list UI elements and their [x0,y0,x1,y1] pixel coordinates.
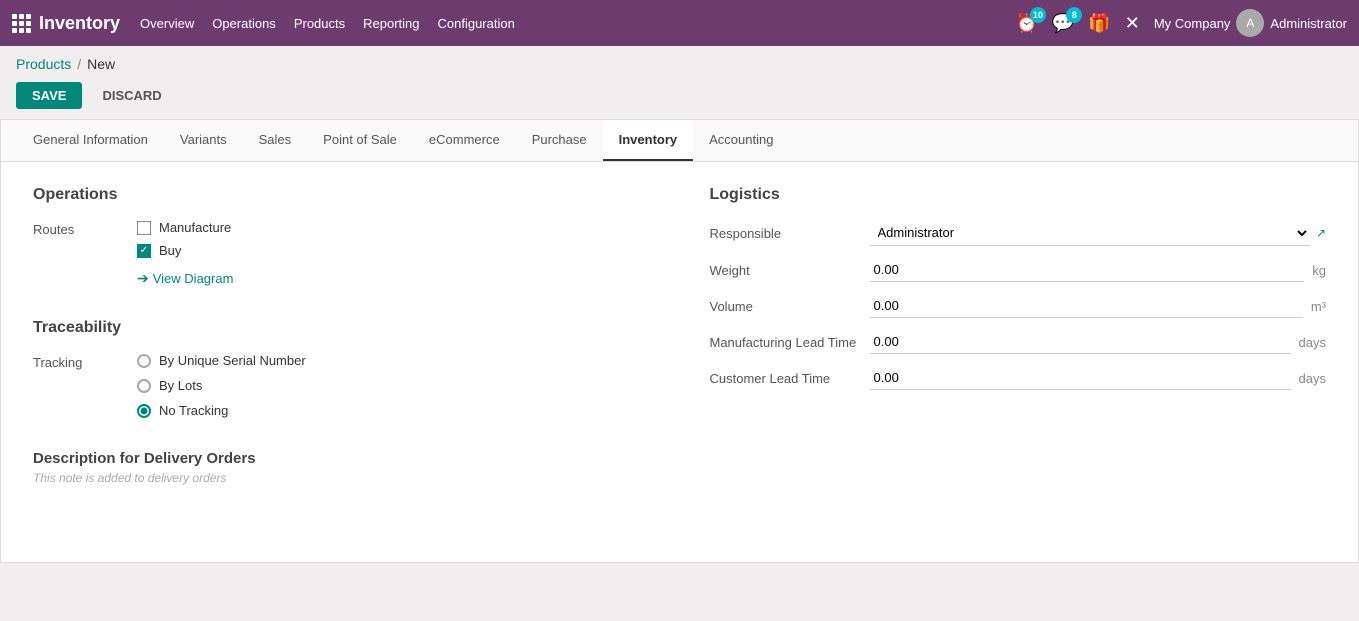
routes-section: Routes Manufacture Buy [33,220,650,287]
activities-badge: 10 [1030,7,1046,23]
operations-section: Operations Routes Manufacture [33,186,650,485]
tracking-lots-label: By Lots [159,378,202,393]
tab-general-information[interactable]: General Information [17,120,164,161]
tab-variants[interactable]: Variants [164,120,243,161]
company-user: My Company A Administrator [1154,9,1347,37]
view-diagram-label: View Diagram [153,271,234,286]
nav-overview[interactable]: Overview [140,12,194,35]
company-name: My Company [1154,16,1231,31]
customer-lead-row: Customer Lead Time days [710,366,1327,390]
tracking-lots-row: By Lots [137,378,306,393]
main-nav: Overview Operations Products Reporting C… [140,12,995,35]
save-button[interactable]: SAVE [16,82,82,109]
volume-unit: m³ [1311,299,1326,314]
view-diagram-link[interactable]: ➔ View Diagram [137,270,233,287]
customer-lead-input[interactable] [870,366,1291,390]
responsible-select-wrap: Administrator ↗ [870,220,1327,246]
messages-badge: 8 [1066,7,1082,23]
close-icon[interactable]: ✕ [1125,13,1140,34]
manufacture-label: Manufacture [159,220,231,235]
customer-lead-unit: days [1299,371,1326,386]
customer-lead-label: Customer Lead Time [710,371,870,386]
tracking-none-radio[interactable] [137,404,151,418]
responsible-select[interactable]: Administrator [870,220,1310,246]
buy-checkbox[interactable] [137,244,151,258]
routes-label: Routes [33,220,113,287]
tabs: General Information Variants Sales Point… [1,120,1358,162]
mfg-lead-unit: days [1299,335,1326,350]
traceability-section: Traceability Tracking By Unique Serial N… [33,319,650,418]
discard-button[interactable]: DISCARD [90,82,173,109]
volume-label: Volume [710,299,870,314]
traceability-title: Traceability [33,319,650,337]
tracking-none-label: No Tracking [159,403,228,418]
volume-row: Volume m³ [710,294,1327,318]
tracking-options: By Unique Serial Number By Lots No Track [137,353,306,418]
delivery-description-section: Description for Delivery Orders This not… [33,450,650,485]
mfg-lead-input[interactable] [870,330,1291,354]
breadcrumb-current: New [87,56,115,72]
tracking-serial-label: By Unique Serial Number [159,353,306,368]
tracking-serial-row: By Unique Serial Number [137,353,306,368]
grid-icon[interactable] [12,14,31,33]
logistics-section: Logistics Responsible Administrator ↗ [710,186,1327,485]
tab-inventory[interactable]: Inventory [603,120,694,161]
nav-configuration[interactable]: Configuration [438,12,515,35]
mfg-lead-label: Manufacturing Lead Time [710,335,870,350]
user-name: Administrator [1270,16,1347,31]
avatar[interactable]: A [1236,9,1264,37]
responsible-row: Responsible Administrator ↗ [710,220,1327,246]
logistics-title: Logistics [710,186,1327,204]
two-column-layout: Operations Routes Manufacture [33,186,1326,485]
messages-icon[interactable]: 💬 8 [1052,13,1074,34]
tab-ecommerce[interactable]: eCommerce [413,120,516,161]
navbar: Inventory Overview Operations Products R… [0,0,1359,46]
nav-products[interactable]: Products [294,12,345,35]
manufacture-row: Manufacture [137,220,233,235]
weight-unit: kg [1312,263,1326,278]
tracking-serial-radio[interactable] [137,354,151,368]
tab-purchase[interactable]: Purchase [516,120,603,161]
tab-container: General Information Variants Sales Point… [0,119,1359,563]
breadcrumb-parent[interactable]: Products [16,56,71,72]
manufacture-checkbox[interactable] [137,221,151,235]
nav-operations[interactable]: Operations [212,12,276,35]
volume-input[interactable] [870,294,1303,318]
routes-options: Manufacture Buy ➔ View Diagram [137,220,233,287]
operations-title: Operations [33,186,650,204]
arrow-right-icon: ➔ [137,270,149,287]
app-brand: Inventory [12,13,120,34]
responsible-label: Responsible [710,226,870,241]
app-name: Inventory [39,13,120,34]
breadcrumb: Products / New [0,46,1359,76]
tab-accounting[interactable]: Accounting [693,120,789,161]
mfg-lead-row: Manufacturing Lead Time days [710,330,1327,354]
tab-sales[interactable]: Sales [243,120,308,161]
gift-icon[interactable]: 🎁 [1088,13,1110,34]
weight-label: Weight [710,263,870,278]
breadcrumb-separator: / [77,56,81,72]
buy-label: Buy [159,243,181,258]
buy-row: Buy [137,243,233,258]
delivery-title: Description for Delivery Orders [33,450,650,467]
action-bar: SAVE DISCARD [0,76,1359,119]
delivery-note: This note is added to delivery orders [33,471,650,485]
activities-icon[interactable]: ⏰ 10 [1015,13,1037,34]
tracking-none-row: No Tracking [137,403,306,418]
weight-row: Weight kg [710,258,1327,282]
tab-content: Operations Routes Manufacture [1,162,1358,562]
external-link-icon[interactable]: ↗ [1316,226,1326,240]
nav-reporting[interactable]: Reporting [363,12,419,35]
weight-input[interactable] [870,258,1305,282]
tab-point-of-sale[interactable]: Point of Sale [307,120,413,161]
tracking-lots-radio[interactable] [137,379,151,393]
tracking-row: Tracking By Unique Serial Number By Lots [33,353,650,418]
tracking-label: Tracking [33,353,113,418]
main-content: Products / New SAVE DISCARD General Info… [0,46,1359,621]
navbar-right: ⏰ 10 💬 8 🎁 ✕ My Company A Administrator [1015,9,1347,37]
